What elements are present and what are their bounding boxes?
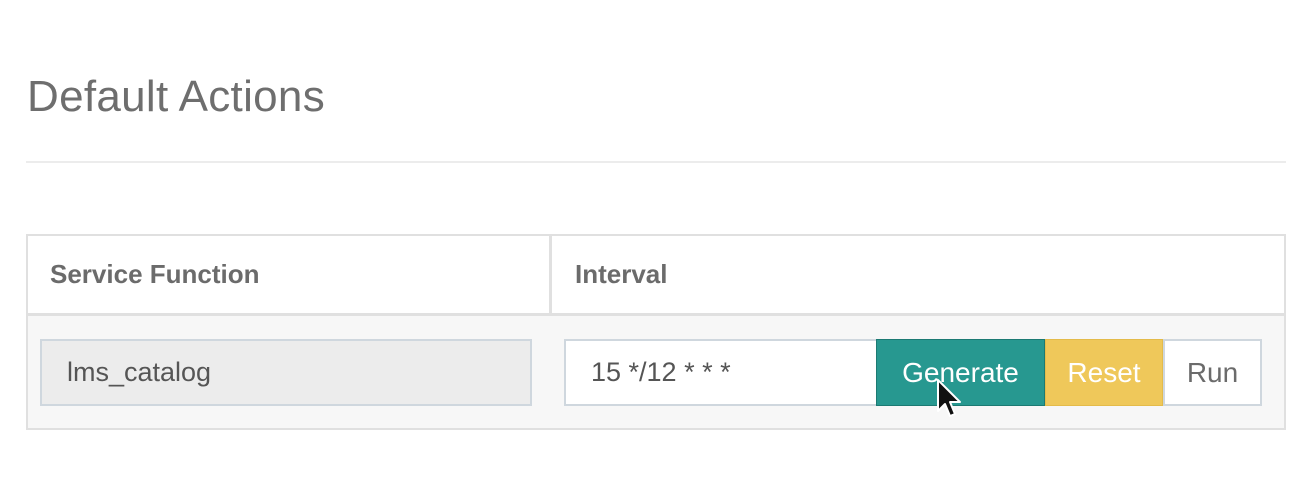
generate-button[interactable]: Generate — [876, 339, 1045, 406]
service-function-field: lms_catalog — [40, 339, 532, 406]
table-header-row: Service Function Interval — [28, 236, 1284, 316]
table-row: lms_catalog Generate Reset Run — [28, 316, 1284, 428]
column-header-service-function: Service Function — [28, 236, 552, 313]
actions-table: Service Function Interval lms_catalog Ge… — [26, 234, 1286, 430]
run-button[interactable]: Run — [1163, 339, 1262, 406]
column-header-interval: Interval — [575, 259, 668, 289]
page-title: Default Actions — [27, 72, 325, 121]
reset-button[interactable]: Reset — [1045, 339, 1163, 406]
title-divider — [26, 161, 1286, 163]
default-actions-page: Default Actions Service Function Interva… — [0, 0, 1314, 494]
interval-input[interactable] — [564, 339, 878, 406]
